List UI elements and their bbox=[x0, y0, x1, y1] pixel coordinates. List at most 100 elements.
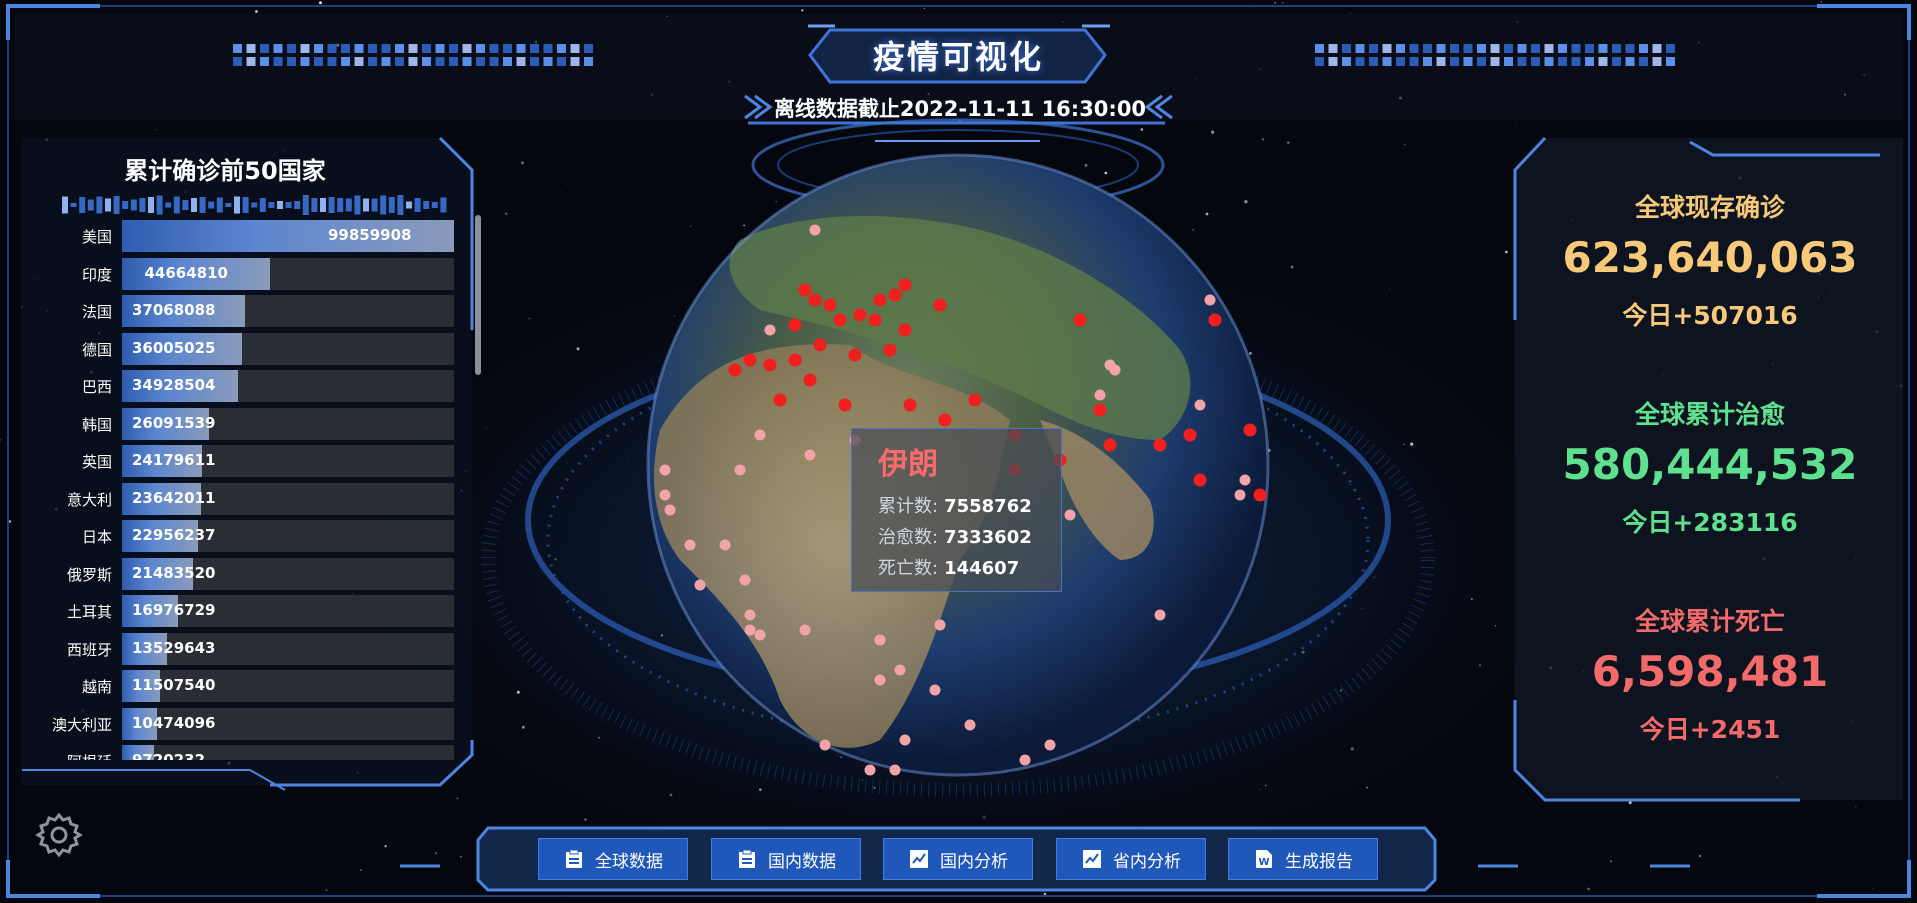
tooltip-deaths-value: 144607 bbox=[944, 558, 1020, 579]
country-bar-row[interactable]: 西班牙 13529643 bbox=[40, 632, 460, 665]
country-name: 俄罗斯 bbox=[66, 565, 112, 584]
country-bar-row[interactable]: 美国 99859908 bbox=[40, 220, 460, 252]
gear-icon[interactable] bbox=[34, 810, 84, 860]
country-value: 22956237 bbox=[132, 526, 216, 544]
tooltip-confirmed-value: 7558762 bbox=[944, 496, 1032, 517]
country-bar-row[interactable]: 俄罗斯 21483520 bbox=[40, 557, 460, 590]
nav-generate-report-button[interactable]: W 生成报告 bbox=[1228, 838, 1378, 880]
tooltip-recovered: 治愈数: 7333602 bbox=[878, 523, 1032, 549]
country-value: 11507540 bbox=[132, 676, 216, 694]
country-value: 13529643 bbox=[132, 638, 216, 657]
country-bar-row[interactable]: 日本 22956237 bbox=[40, 520, 460, 552]
country-name: 印度 bbox=[81, 265, 112, 284]
bar-track: 99859908 bbox=[122, 220, 454, 252]
country-name: 韩国 bbox=[81, 415, 112, 434]
tooltip-deaths-label: 死亡数: bbox=[878, 558, 939, 579]
country-value: 36005025 bbox=[132, 338, 216, 357]
country-bar-row[interactable]: 英国 24179611 bbox=[40, 445, 460, 477]
page-title: 疫情可视化 bbox=[872, 38, 1043, 76]
country-value: 26091539 bbox=[132, 413, 216, 432]
country-bar-row[interactable]: 土耳其 16976729 bbox=[40, 595, 460, 627]
current-cases-today: 今日+507016 bbox=[1622, 301, 1798, 330]
data-cutoff-subtitle: 离线数据截止2022-11-11 16:30:00 bbox=[773, 97, 1147, 121]
current-cases-title: 全球现存确诊 bbox=[1634, 193, 1785, 222]
country-name: 巴西 bbox=[81, 378, 112, 396]
nav-generate-report-label: 生成报告 bbox=[1285, 851, 1353, 872]
country-value: 9720232 bbox=[132, 751, 206, 760]
deaths-today: 今日+2451 bbox=[1639, 715, 1781, 744]
country-name: 日本 bbox=[81, 528, 112, 546]
word-document-icon: W bbox=[1253, 848, 1275, 870]
country-name: 土耳其 bbox=[66, 603, 112, 621]
clipboard-icon bbox=[563, 848, 585, 870]
country-name: 英国 bbox=[81, 453, 112, 471]
bar-track: 24179611 bbox=[122, 445, 454, 477]
nav-global-data-label: 全球数据 bbox=[595, 851, 663, 872]
country-value: 34928504 bbox=[132, 376, 216, 394]
country-value: 37068088 bbox=[132, 301, 216, 319]
country-bar-row[interactable]: 越南 11507540 bbox=[40, 670, 460, 702]
left-panel-title: 累计确诊前50国家 bbox=[124, 157, 326, 185]
country-bar-row[interactable]: 澳大利亚 10474096 bbox=[40, 707, 460, 740]
country-value: 99859908 bbox=[328, 226, 412, 244]
country-bar-row[interactable]: 巴西 34928504 bbox=[40, 370, 460, 402]
nav-domestic-analysis-button[interactable]: 国内分析 bbox=[883, 838, 1033, 880]
country-name: 美国 bbox=[81, 228, 112, 246]
country-name: 法国 bbox=[81, 303, 112, 321]
country-bar-row[interactable]: 意大利 23642011 bbox=[40, 482, 460, 515]
country-bar-row[interactable]: 法国 37068088 bbox=[40, 295, 460, 327]
tooltip-recovered-value: 7333602 bbox=[944, 527, 1032, 548]
nav-global-data-button[interactable]: 全球数据 bbox=[538, 838, 688, 880]
tooltip-country: 伊朗 bbox=[878, 447, 938, 482]
scrollbar[interactable] bbox=[475, 215, 481, 375]
bar-track: 26091539 bbox=[122, 407, 454, 440]
nav-province-analysis-label: 省内分析 bbox=[1113, 851, 1181, 872]
bar-track: 36005025 bbox=[122, 332, 454, 365]
bar-track: 13529643 bbox=[122, 632, 454, 665]
country-name: 澳大利亚 bbox=[51, 715, 112, 734]
svg-text:W: W bbox=[1258, 857, 1269, 868]
tooltip-confirmed-label: 累计数: bbox=[878, 496, 939, 517]
tooltip-recovered-label: 治愈数: bbox=[878, 527, 939, 548]
country-bar-row[interactable]: 印度 44664810 bbox=[40, 257, 460, 290]
bar-track: 10474096 bbox=[122, 707, 454, 740]
country-name: 德国 bbox=[81, 340, 112, 359]
country-value: 24179611 bbox=[132, 451, 216, 469]
recovered-today: 今日+283116 bbox=[1622, 508, 1798, 537]
tooltip-confirmed: 累计数: 7558762 bbox=[878, 492, 1032, 518]
bar-track: 44664810 bbox=[122, 257, 454, 290]
bar-track: 23642011 bbox=[122, 482, 454, 515]
country-value: 10474096 bbox=[132, 713, 216, 732]
country-value: 44664810 bbox=[144, 263, 228, 282]
country-bar-row[interactable]: 韩国 26091539 bbox=[40, 407, 460, 440]
country-bar-list[interactable]: 美国 99859908 印度 44664810 法国 37068088 德国 36005025… bbox=[40, 220, 470, 760]
tooltip-deaths: 死亡数: 144607 bbox=[878, 554, 1019, 580]
bar-track: 34928504 bbox=[122, 370, 454, 402]
line-chart-icon bbox=[1081, 848, 1103, 870]
clipboard-icon bbox=[736, 848, 758, 870]
country-name: 越南 bbox=[81, 678, 112, 696]
country-value: 23642011 bbox=[132, 488, 216, 507]
nav-domestic-data-button[interactable]: 国内数据 bbox=[711, 838, 861, 880]
bar-track: 22956237 bbox=[122, 520, 454, 552]
country-bar-row[interactable]: 德国 36005025 bbox=[40, 332, 460, 365]
bar-track: 9720232 bbox=[122, 745, 454, 760]
country-value: 16976729 bbox=[132, 601, 216, 619]
country-tooltip: 伊朗 累计数: 7558762 治愈数: 7333602 死亡数: 144607 bbox=[851, 428, 1062, 592]
country-bar-row[interactable]: 阿根廷 9720232 bbox=[40, 745, 460, 760]
country-name: 意大利 bbox=[66, 490, 112, 509]
nav-province-analysis-button[interactable]: 省内分析 bbox=[1056, 838, 1206, 880]
deaths-value: 6,598,481 bbox=[1591, 647, 1829, 696]
recovered-title: 全球累计治愈 bbox=[1634, 400, 1785, 429]
country-name: 西班牙 bbox=[66, 640, 112, 659]
deaths-title: 全球累计死亡 bbox=[1634, 607, 1785, 636]
line-chart-icon bbox=[908, 848, 930, 870]
country-value: 21483520 bbox=[132, 563, 216, 582]
current-cases-value: 623,640,063 bbox=[1562, 233, 1858, 282]
bar-track: 21483520 bbox=[122, 557, 454, 590]
nav-domestic-analysis-label: 国内分析 bbox=[940, 851, 1008, 872]
country-name: 阿根廷 bbox=[40, 751, 112, 760]
bar-track: 11507540 bbox=[122, 670, 454, 702]
nav-domestic-data-label: 国内数据 bbox=[768, 851, 836, 872]
bar-track: 37068088 bbox=[122, 295, 454, 327]
